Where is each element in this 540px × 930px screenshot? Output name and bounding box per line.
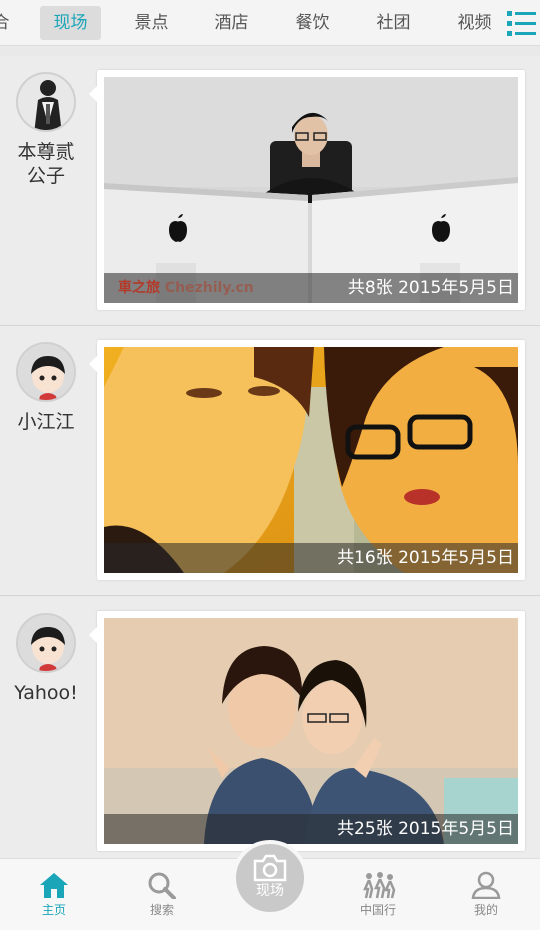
feed-item[interactable]: Yahoo! 共25张 2015年5月5日: [0, 597, 540, 867]
camera-icon: [253, 854, 287, 882]
search-icon: [148, 872, 176, 899]
nav-home[interactable]: 主页: [14, 867, 94, 927]
nav-label: 我的: [473, 903, 498, 917]
tab-jingdian[interactable]: 景点: [121, 6, 182, 40]
feed-item[interactable]: 小江江 共16张 2015年5月5日: [0, 326, 540, 596]
feed-item[interactable]: 本尊贰公子 共8张 2015年5月5日 車之旅 Chezhily.cn: [0, 56, 540, 326]
photo-card[interactable]: 共8张 2015年5月5日 車之旅 Chezhily.cn: [89, 70, 525, 310]
avatar[interactable]: [16, 72, 76, 132]
username: 小江江: [17, 411, 75, 433]
photo[interactable]: 共16张 2015年5月5日: [104, 347, 518, 573]
home-icon: [40, 873, 68, 898]
nav-mine[interactable]: 我的: [446, 867, 526, 927]
photo[interactable]: 共25张 2015年5月5日: [104, 618, 518, 844]
top-tab-bar: 合 现场 景点 酒店 餐饮 社团 视频: [0, 0, 540, 46]
username: 本尊贰公子: [17, 141, 75, 187]
photo-card[interactable]: 共25张 2015年5月5日: [89, 611, 525, 851]
nav-label: 搜索: [149, 903, 174, 917]
tab-shipin[interactable]: 视频: [444, 6, 505, 40]
nav-search[interactable]: 搜索: [122, 867, 202, 927]
username: Yahoo!: [14, 682, 78, 704]
nav-label: 中国行: [359, 903, 396, 917]
tab-xianchang[interactable]: 现场: [40, 6, 101, 40]
camera-button[interactable]: 现场: [232, 840, 308, 916]
photo-caption: 共16张 2015年5月5日: [104, 543, 518, 573]
camera-label: 现场: [256, 883, 284, 899]
watermark: 車之旅 Chezhily.cn: [118, 280, 254, 296]
tab-jiudian[interactable]: 酒店: [201, 6, 262, 40]
avatar[interactable]: [16, 613, 76, 673]
tab-shetuan[interactable]: 社团: [363, 6, 424, 40]
user-icon: [471, 871, 501, 899]
photo[interactable]: 共8张 2015年5月5日 車之旅 Chezhily.cn: [104, 77, 518, 303]
photo-caption: 共25张 2015年5月5日: [104, 814, 518, 844]
photo-card[interactable]: 共16张 2015年5月5日: [89, 340, 525, 580]
tab-canyin[interactable]: 餐饮: [282, 6, 343, 40]
menu-list-icon[interactable]: [500, 0, 540, 46]
avatar[interactable]: [16, 342, 76, 402]
nav-china-travel[interactable]: 中国行: [338, 867, 418, 927]
nav-label: 主页: [41, 903, 66, 917]
people-icon: [363, 872, 396, 899]
tab-partial[interactable]: 合: [0, 6, 16, 40]
